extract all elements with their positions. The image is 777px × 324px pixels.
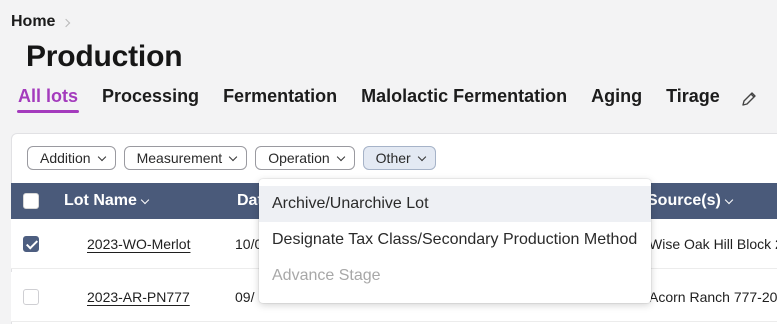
- source-cell: Wise Oak Hill Block 2: [649, 236, 777, 252]
- filter-label: Operation: [268, 150, 330, 166]
- row-checkbox[interactable]: [23, 289, 39, 305]
- chevron-right-icon: [62, 18, 71, 27]
- lot-name-link[interactable]: 2023-AR-PN777: [87, 289, 190, 305]
- page-title: Production: [26, 40, 183, 73]
- other-filter-button[interactable]: Other: [362, 146, 436, 170]
- chevron-down-icon: [724, 195, 734, 204]
- menu-item-designate-tax-class[interactable]: Designate Tax Class/Secondary Production…: [259, 222, 651, 258]
- filter-label: Measurement: [136, 150, 223, 166]
- operation-filter-button[interactable]: Operation: [255, 146, 355, 170]
- tab-bar: All lots Processing Fermentation Malolac…: [16, 86, 758, 116]
- column-label: Source(s): [647, 192, 721, 209]
- tab-tirage[interactable]: Tirage: [666, 86, 720, 113]
- tab-processing[interactable]: Processing: [102, 86, 199, 113]
- chevron-down-icon: [140, 195, 150, 204]
- tab-fermentation[interactable]: Fermentation: [223, 86, 337, 113]
- chevron-down-icon: [336, 152, 345, 161]
- row-checkbox[interactable]: [23, 236, 39, 252]
- pencil-icon[interactable]: [740, 90, 758, 108]
- filter-bar: Addition Measurement Operation Other: [27, 146, 436, 170]
- select-all-checkbox[interactable]: [23, 193, 39, 209]
- tab-aging[interactable]: Aging: [591, 86, 642, 113]
- tab-all-lots[interactable]: All lots: [16, 86, 80, 113]
- breadcrumb: Home: [11, 13, 71, 31]
- tab-malolactic-fermentation[interactable]: Malolactic Fermentation: [361, 86, 567, 113]
- chevron-down-icon: [228, 152, 238, 161]
- source-cell: Acorn Ranch 777-202: [649, 289, 777, 305]
- date-cell: 09/: [235, 289, 255, 305]
- lot-name-link[interactable]: 2023-WO-Merlot: [87, 236, 190, 252]
- filter-label: Addition: [40, 150, 91, 166]
- measurement-filter-button[interactable]: Measurement: [123, 146, 248, 170]
- other-actions-menu: Archive/Unarchive Lot Designate Tax Clas…: [259, 179, 651, 303]
- filter-label: Other: [375, 150, 411, 166]
- column-label: Lot Name: [64, 192, 137, 209]
- column-lot-name[interactable]: Lot Name: [64, 192, 150, 210]
- addition-filter-button[interactable]: Addition: [27, 146, 116, 170]
- menu-item-advance-stage: Advance Stage: [272, 267, 381, 284]
- chevron-down-icon: [417, 152, 426, 161]
- column-sources[interactable]: Source(s): [647, 192, 734, 210]
- chevron-down-icon: [97, 152, 106, 161]
- breadcrumb-home[interactable]: Home: [11, 13, 55, 31]
- menu-item-archive-unarchive-lot[interactable]: Archive/Unarchive Lot: [259, 186, 651, 222]
